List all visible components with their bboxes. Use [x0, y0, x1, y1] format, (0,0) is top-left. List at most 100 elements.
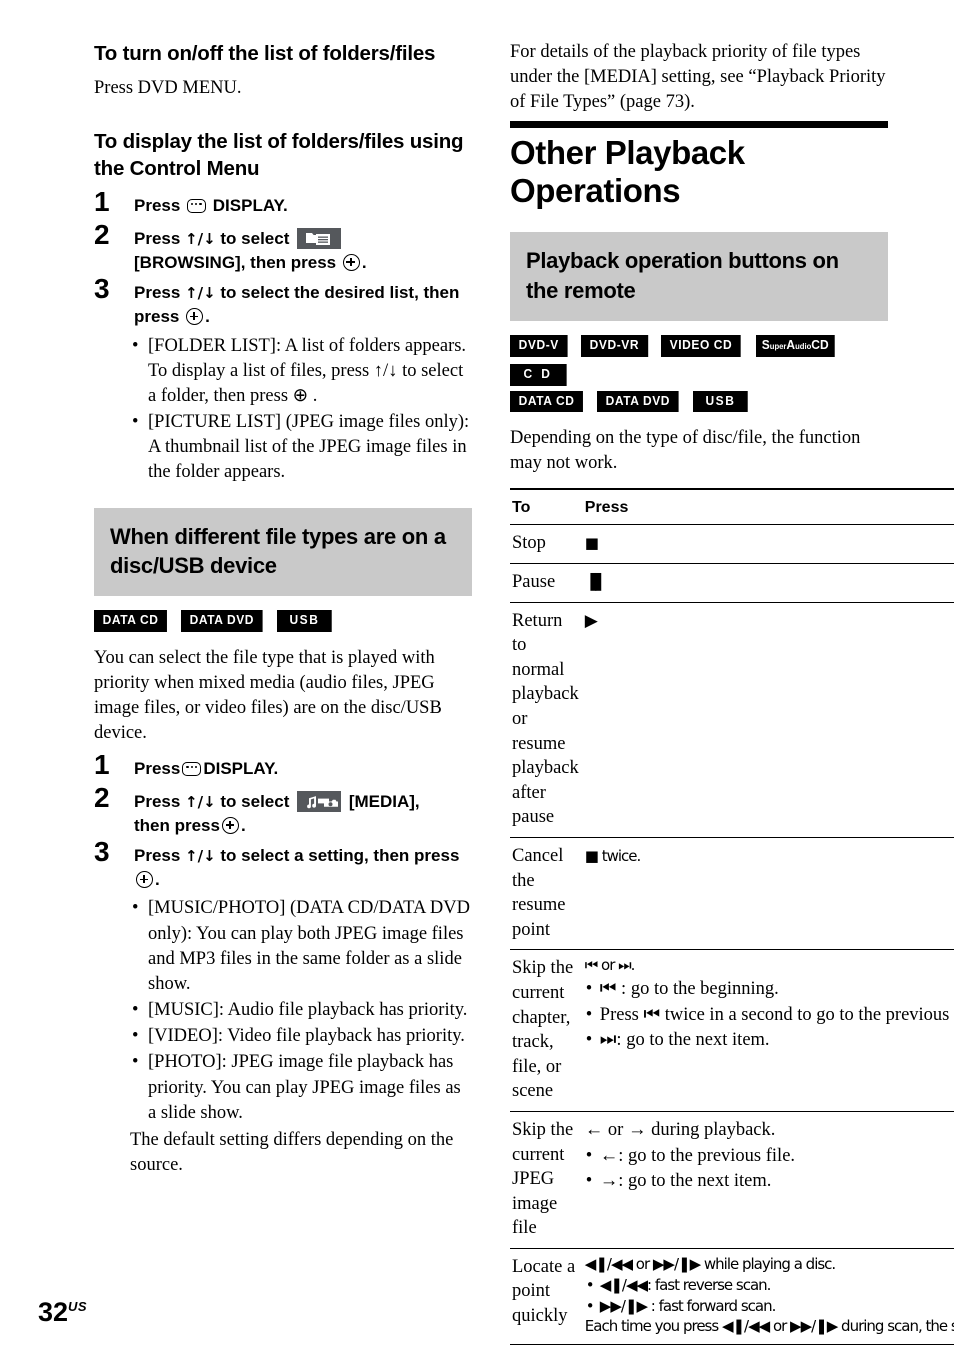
- skip-glyph-lead: ⏮ or ⏭.: [584, 956, 636, 975]
- badge-super-audio-cd: SuperAudioCD: [755, 335, 835, 357]
- badge-data-dvd: DATA DVD: [181, 610, 263, 633]
- table-row: Return to normal playback or resume play…: [510, 602, 954, 838]
- cell-press: ■: [583, 525, 954, 564]
- up-down-arrow-glyph: ↑/↓: [185, 792, 216, 811]
- step-3-select-list: 3 Press ↑/↓ to select the desired list, …: [94, 273, 472, 329]
- table-row: Skip the current chapter, track, file, o…: [510, 950, 954, 1112]
- column-header-to: To: [510, 489, 583, 526]
- up-down-arrow-glyph: ↑/↓: [185, 230, 216, 249]
- cell-bullet-list: ⏮ : go to the beginning. Press ⏮ twice i…: [585, 977, 954, 1053]
- pause-glyph: ▐▌: [584, 573, 607, 592]
- step-2-media: 2 Press ↑/↓ to select [MEDIA], then press…: [94, 782, 472, 838]
- step-number: 3: [94, 273, 110, 305]
- step-label-to-select: to select: [215, 229, 295, 249]
- table-header-row: To Press: [510, 489, 954, 526]
- table-row: Stop ■: [510, 525, 954, 564]
- badge-cd: C D: [510, 364, 567, 386]
- list-item: ⏭: go to the next item.: [585, 1028, 954, 1053]
- cell-press: ◀❚/◀◀ or ▶▶/❚▶ while playing a disc. ◀❚/…: [583, 1248, 954, 1344]
- list-item: [MUSIC]: Audio file playback has priorit…: [130, 998, 472, 1023]
- cell-to: Return to normal playback or resume play…: [512, 610, 579, 828]
- cell-press: ▐▌: [583, 564, 954, 603]
- cell-press: ▶: [583, 602, 954, 837]
- step-number: 2: [94, 781, 110, 813]
- section-heading-label: Playback operation buttons on the remote: [526, 248, 839, 303]
- step-3-bullet-list: [FOLDER LIST]: A list of folders appears…: [130, 334, 472, 486]
- up-down-arrow-glyph: ↑/↓: [185, 284, 216, 303]
- list-item: ←: go to the previous file.: [585, 1144, 954, 1169]
- step-text: Press ↑/↓ to select [BROWSING], then pre…: [134, 224, 472, 275]
- up-down-arrow-glyph: ↑/↓: [185, 847, 216, 866]
- cell-to: Skip the current chapter, track, file, o…: [512, 958, 574, 1102]
- page-number: 32US: [38, 1299, 87, 1326]
- media-badge-row-left: DATA CD DATA DVD USB: [94, 610, 472, 633]
- step-text: Press ↑/↓ to select a setting, then pres…: [134, 846, 460, 890]
- media-setting-bullet-list: [MUSIC/PHOTO] (DATA CD/DATA DVD only): Y…: [130, 896, 472, 1125]
- enter-button-icon: [136, 871, 153, 889]
- right-column: For details of the playback priority of …: [510, 40, 954, 1345]
- step-3-select-setting: 3 Press ↑/↓ to select a setting, then pr…: [94, 836, 472, 892]
- chapter-title: Other Playback Operations: [510, 133, 745, 210]
- paragraph-press-dvd-menu: Press DVD MENU.: [94, 78, 242, 99]
- badge-video-cd: VIDEO CD: [661, 335, 742, 357]
- list-item: ⏮ : go to the beginning.: [585, 977, 954, 1002]
- paragraph-function-availability-note: Depending on the type of disc/file, the …: [510, 428, 861, 474]
- media-icon: [297, 790, 342, 812]
- step-number: 3: [94, 836, 110, 868]
- list-item: Press ⏮ twice in a second to go to the p…: [585, 1003, 954, 1028]
- cell-press: ⏮ or ⏭. ⏮ : go to the beginning. Press ⏮…: [583, 950, 954, 1112]
- badge-data-cd: DATA CD: [94, 610, 168, 633]
- display-icon: [182, 761, 202, 776]
- list-item: [VIDEO]: Video file playback has priorit…: [130, 1024, 472, 1049]
- step-text: Press DISPLAY.: [134, 758, 279, 778]
- step-label-press: Press: [134, 229, 186, 249]
- step-2-browsing: 2 Press ↑/↓ to select [BROWSING], then p…: [94, 219, 472, 275]
- cell-bullet-list: ←: go to the previous file. →: go to the…: [585, 1144, 954, 1194]
- step-text: Press ↑/↓ to select the desired list, th…: [134, 278, 472, 329]
- paragraph-playback-priority-reference: For details of the playback priority of …: [510, 42, 886, 112]
- step-1-display-media: 1 Press DISPLAY.: [94, 749, 472, 784]
- browsing-icon: [297, 228, 342, 250]
- paragraph-default-setting-note: The default setting differs depending on…: [130, 1129, 454, 1176]
- step-label-press: Press: [134, 283, 186, 303]
- list-item: [MUSIC/PHOTO] (DATA CD/DATA DVD only): Y…: [130, 896, 472, 997]
- table-header: To Press: [510, 489, 954, 526]
- step-text: Press ↑/↓ to select [MEDIA], then press.: [134, 790, 420, 836]
- paragraph-file-type-priority: You can select the file type that is pla…: [94, 648, 442, 744]
- badge-dvd-v: DVD-V: [510, 335, 568, 357]
- playback-operations-table: To Press Stop ■ Pause ▐▌ Return to norma…: [510, 488, 954, 1345]
- list-item: →: go to the next item.: [585, 1169, 954, 1194]
- section-heading-label: When different file types are on a disc/…: [110, 523, 446, 579]
- locate-point-tail: Each time you press ◀❚/◀◀ or ▶▶/❚▶ durin…: [584, 1316, 954, 1335]
- stop-twice-glyph: ■ twice.: [584, 846, 642, 865]
- badge-dvd-vr: DVD-VR: [580, 335, 648, 357]
- manual-page: To turn on/off the list of folders/files…: [0, 0, 954, 1352]
- badge-data-dvd: DATA DVD: [597, 390, 679, 413]
- page-number-value: 32: [38, 1297, 69, 1327]
- step-1-display: 1 Press DISPLAY.: [94, 186, 472, 221]
- media-badge-row-1: DVD-V DVD-VR VIDEO CD SuperAudioCD C D: [510, 335, 888, 386]
- cell-to: Skip the current JPEG image file: [512, 1119, 574, 1239]
- step-text: Press DISPLAY.: [134, 191, 472, 218]
- page-region-suffix: US: [68, 1299, 88, 1314]
- table-row: Pause ▐▌: [510, 564, 954, 603]
- step-label-period: .: [205, 307, 210, 327]
- table-row: Skip the current JPEG image file ← or → …: [510, 1111, 954, 1249]
- jpeg-skip-lead: ← or → during playback.: [584, 1119, 776, 1140]
- step-label-period: .: [361, 253, 367, 273]
- left-column: To turn on/off the list of folders/files…: [94, 40, 472, 1178]
- step-label-browsing-then-press: [BROWSING], then press: [134, 253, 341, 273]
- column-header-press: Press: [582, 489, 954, 526]
- display-icon: [187, 199, 207, 214]
- cell-press: ← or → during playback. ←: go to the pre…: [583, 1111, 954, 1248]
- table-row: Locate a point quickly ◀❚/◀◀ or ▶▶/❚▶ wh…: [510, 1248, 954, 1345]
- step-number: 1: [94, 748, 110, 780]
- table-body: Stop ■ Pause ▐▌ Return to normal playbac…: [510, 525, 954, 1345]
- list-item: ▶▶/❚▶ : fast forward scan.: [585, 1297, 954, 1317]
- chapter-divider-rule: [510, 120, 888, 128]
- list-item: [PHOTO]: JPEG image file playback has pr…: [130, 1050, 472, 1125]
- list-item: [FOLDER LIST]: A list of folders appears…: [130, 334, 472, 409]
- heading-turn-on-off-list: To turn on/off the list of folders/files: [94, 42, 436, 65]
- cell-to: Cancel the resume point: [512, 845, 566, 940]
- table-row: Cancel the resume point ■ twice.: [510, 837, 954, 950]
